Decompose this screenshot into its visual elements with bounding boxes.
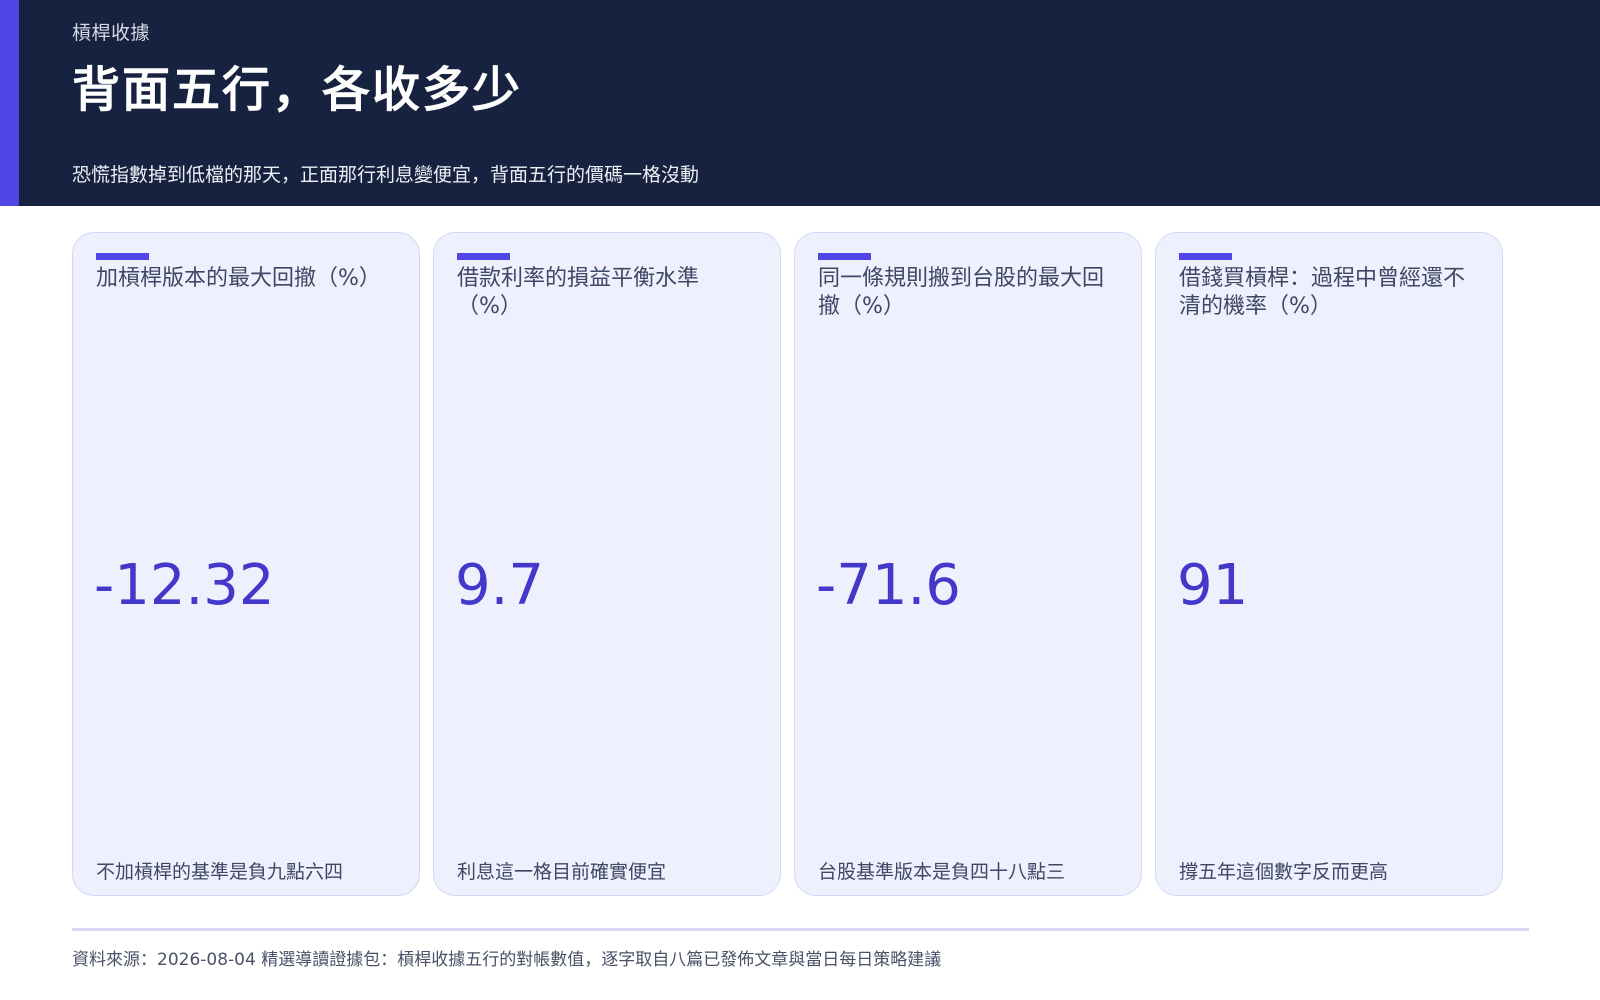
card-label: 借款利率的損益平衡水準（%） [457, 266, 700, 319]
card-value: -12.32 [94, 553, 275, 618]
stat-card-default-probability: 借錢買槓桿：過程中曾經還不清的機率（%） 91 撐五年這個數字反而更高 [1155, 232, 1503, 896]
card-label: 加槓桿版本的最大回撤（%） [96, 266, 381, 291]
source-footnote: 資料來源：2026-08-04 精選導讀證據包：槓桿收據五行的對帳數值，逐字取自… [72, 950, 942, 970]
card-value: 91 [1177, 553, 1249, 618]
card-note: 利息這一格目前確實便宜 [457, 861, 667, 883]
card-label: 同一條規則搬到台股的最大回撤（%） [818, 266, 1105, 319]
card-value: -71.6 [816, 553, 961, 618]
card-accent-bar [96, 253, 149, 260]
card-note: 撐五年這個數字反而更高 [1179, 861, 1389, 883]
stat-card-max-drawdown: 加槓桿版本的最大回撤（%） -12.32 不加槓桿的基準是負九點六四 [72, 232, 420, 896]
card-accent-bar [818, 253, 871, 260]
eyebrow-label: 槓桿收據 [72, 22, 151, 44]
stat-card-taiwan-drawdown: 同一條規則搬到台股的最大回撤（%） -71.6 台股基準版本是負四十八點三 [794, 232, 1142, 896]
header: 槓桿收據 背面五行，各收多少 恐慌指數掉到低檔的那天，正面那行利息變便宜，背面五… [0, 0, 1600, 206]
page-subtitle: 恐慌指數掉到低檔的那天，正面那行利息變便宜，背面五行的價碼一格沒動 [72, 164, 700, 186]
stat-card-breakeven-rate: 借款利率的損益平衡水準（%） 9.7 利息這一格目前確實便宜 [433, 232, 781, 896]
card-label: 借錢買槓桿：過程中曾經還不清的機率（%） [1179, 266, 1466, 319]
card-accent-bar [457, 253, 510, 260]
card-note: 台股基準版本是負四十八點三 [818, 861, 1066, 883]
page-title: 背面五行，各收多少 [72, 62, 523, 118]
card-value: 9.7 [455, 553, 545, 618]
card-note: 不加槓桿的基準是負九點六四 [96, 861, 344, 883]
header-accent-bar [0, 0, 19, 206]
footer-divider [72, 928, 1529, 931]
card-accent-bar [1179, 253, 1232, 260]
stat-cards: 加槓桿版本的最大回撤（%） -12.32 不加槓桿的基準是負九點六四 借款利率的… [72, 232, 1529, 898]
